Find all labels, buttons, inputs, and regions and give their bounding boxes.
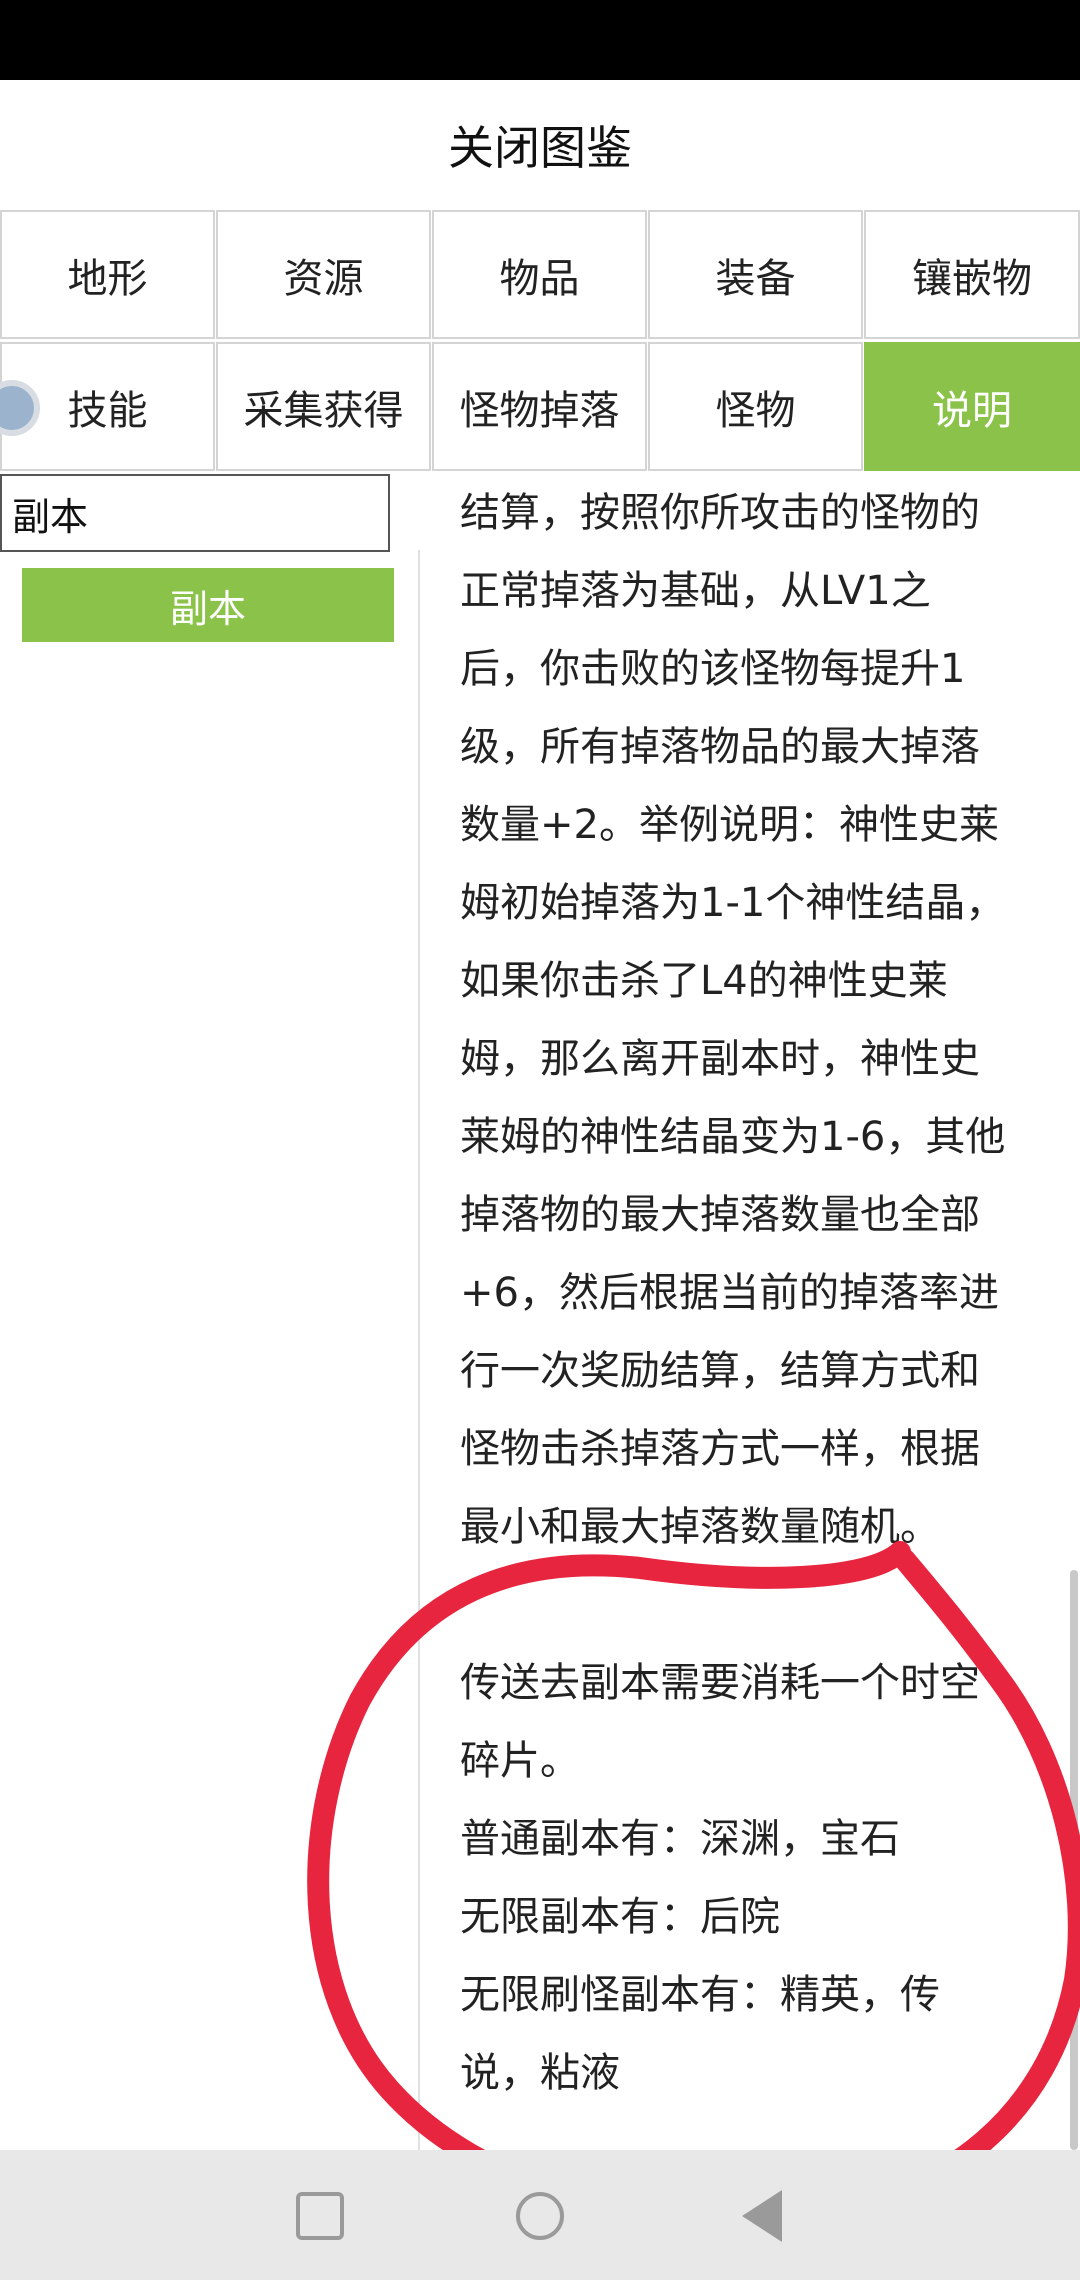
tab-equipment[interactable]: 装备 bbox=[648, 210, 863, 339]
pane-divider bbox=[418, 550, 420, 2150]
content-line: 说，粘液 bbox=[460, 2050, 620, 2096]
page-title[interactable]: 关闭图鉴 bbox=[448, 112, 632, 178]
content-line: 数量+2。举例说明：神性史莱 bbox=[460, 802, 999, 848]
description-content: 结算，按照你所攻击的怪物的 正常掉落为基础，从LV1之 后，你击败的该怪物每提升… bbox=[460, 474, 1040, 2150]
result-item-dungeon[interactable]: 副本 bbox=[22, 568, 394, 642]
content-line: 传送去副本需要消耗一个时空 bbox=[460, 1660, 980, 1706]
search-input[interactable] bbox=[0, 474, 390, 552]
content-line: 最小和最大掉落数量随机。 bbox=[460, 1504, 940, 1550]
content-line: 无限副本有：后院 bbox=[460, 1894, 780, 1940]
content-scrollbar[interactable] bbox=[1070, 1570, 1078, 2150]
back-icon[interactable] bbox=[742, 2190, 782, 2242]
recent-apps-icon[interactable] bbox=[296, 2192, 344, 2240]
tab-inlays[interactable]: 镶嵌物 bbox=[864, 210, 1080, 339]
close-codex-header[interactable]: 关闭图鉴 bbox=[0, 80, 1080, 210]
content-line: 姆初始掉落为1-1个神性结晶， bbox=[460, 880, 1006, 926]
left-pane: 副本 bbox=[0, 472, 418, 2150]
home-icon[interactable] bbox=[516, 2192, 564, 2240]
tab-monsters[interactable]: 怪物 bbox=[648, 342, 863, 471]
content-line: 姆，那么离开副本时，神性史 bbox=[460, 1036, 980, 1082]
content-line: 正常掉落为基础，从LV1之 bbox=[460, 568, 931, 614]
content-line: 级，所有掉落物品的最大掉落 bbox=[460, 724, 980, 770]
content-line: 莱姆的神性结晶变为1-6，其他 bbox=[460, 1114, 1006, 1160]
status-bar bbox=[0, 0, 1080, 80]
content-line: 如果你击杀了L4的神性史莱 bbox=[460, 958, 948, 1004]
tab-monster-drops[interactable]: 怪物掉落 bbox=[432, 342, 647, 471]
content-line: +6，然后根据当前的掉落率进 bbox=[460, 1270, 999, 1316]
tab-grid: 地形 资源 物品 装备 镶嵌物 技能 采集获得 怪物掉落 怪物 说明 bbox=[0, 210, 1080, 472]
tab-gathering[interactable]: 采集获得 bbox=[216, 342, 431, 471]
content-line: 结算，按照你所攻击的怪物的 bbox=[460, 490, 980, 536]
content-line: 行一次奖励结算，结算方式和 bbox=[460, 1348, 980, 1394]
content-line: 碎片。 bbox=[460, 1738, 580, 1784]
tab-description[interactable]: 说明 bbox=[864, 342, 1080, 471]
content-line: 无限刷怪副本有：精英，传 bbox=[460, 1972, 940, 2018]
tab-terrain[interactable]: 地形 bbox=[0, 210, 215, 339]
content-line: 普通副本有：深渊，宝石 bbox=[460, 1816, 900, 1862]
system-nav-bar bbox=[0, 2150, 1080, 2280]
content-line: 掉落物的最大掉落数量也全部 bbox=[460, 1192, 980, 1238]
tab-resources[interactable]: 资源 bbox=[216, 210, 431, 339]
tab-items[interactable]: 物品 bbox=[432, 210, 647, 339]
content-line: 后，你击败的该怪物每提升1 bbox=[460, 646, 966, 692]
content-line: 怪物击杀掉落方式一样，根据 bbox=[460, 1426, 980, 1472]
